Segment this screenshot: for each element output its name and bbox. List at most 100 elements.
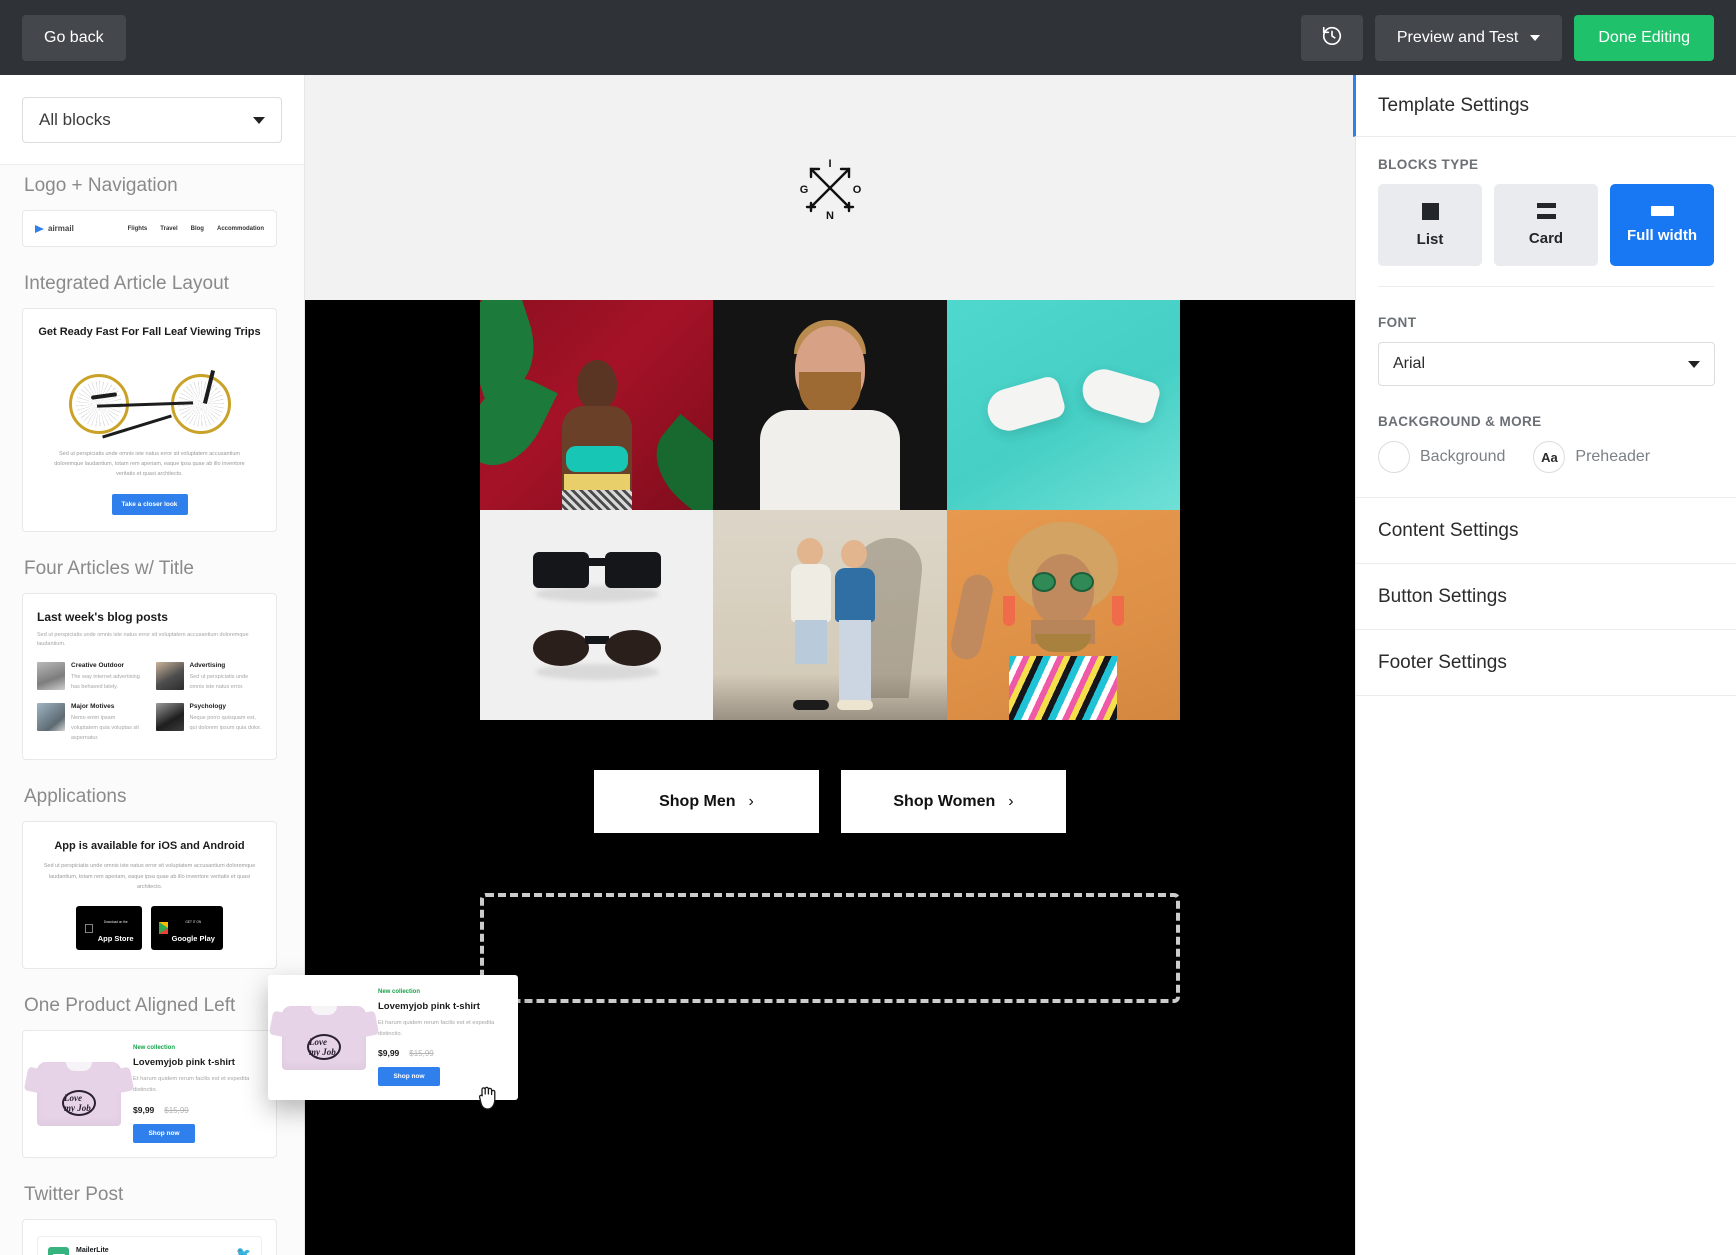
- blocks-list: Logo + Navigation airmail Flights Travel…: [0, 75, 304, 1255]
- article-text: Neque porro quisquam est, qui dolorem ip…: [190, 713, 263, 733]
- list-item: Advertising Sed ut perspiciatis unde omn…: [156, 662, 263, 692]
- paper-plane-icon: [35, 225, 44, 233]
- background-label: Background: [1420, 448, 1505, 466]
- block-card-logo-navigation[interactable]: airmail Flights Travel Blog Accommodatio…: [22, 210, 277, 247]
- block-card-applications[interactable]: App is available for iOS and Android Sed…: [22, 821, 277, 969]
- grid-image-couple-wall[interactable]: [713, 510, 946, 720]
- blocks-type-full-width-label: Full width: [1627, 227, 1697, 244]
- go-back-button[interactable]: Go back: [22, 15, 126, 61]
- preview-and-test-button[interactable]: Preview and Test: [1375, 15, 1563, 61]
- svg-text:G: G: [800, 184, 809, 196]
- applications-heading: App is available for iOS and Android: [37, 840, 262, 852]
- badge-text: App Store: [98, 934, 134, 943]
- button-settings-row[interactable]: Button Settings: [1356, 564, 1736, 630]
- article-title: Advertising: [190, 662, 263, 669]
- preheader-aa-icon[interactable]: Aa: [1533, 441, 1565, 473]
- block-group-title-twitter-post: Twitter Post: [24, 1184, 282, 1206]
- chevron-down-icon: [1688, 361, 1700, 368]
- panel-title: Template Settings: [1353, 75, 1736, 137]
- blocks-filter-value: All blocks: [39, 110, 111, 130]
- apple-icon: : [84, 922, 94, 935]
- grid-image-woman-red[interactable]: [480, 300, 713, 510]
- email-header-block[interactable]: I G O N: [305, 75, 1355, 300]
- product-name: Lovemyjob pink t-shirt: [133, 1057, 264, 1068]
- lines-icon: [1537, 203, 1556, 219]
- igon-compass-logo: I G O N: [797, 155, 863, 221]
- font-select[interactable]: Arial: [1378, 342, 1715, 386]
- list-item: Psychology Neque porro quisquam est, qui…: [156, 703, 263, 744]
- email-builder-app: Go back Preview and Test Done Editing: [0, 0, 1736, 1255]
- blocks-sidebar[interactable]: Logo + Navigation airmail Flights Travel…: [0, 75, 305, 1255]
- blocks-type-list-label: List: [1417, 231, 1444, 248]
- dragged-block-ghost[interactable]: Love my Job New collection Lovemyjob pin…: [268, 975, 518, 1100]
- grid-image-white-sneakers[interactable]: [947, 300, 1180, 510]
- article-heading: Get Ready Fast For Fall Leaf Viewing Tri…: [37, 325, 262, 340]
- tshirt-logo-text: Love my Job: [307, 1034, 341, 1060]
- product-price: $9,99: [133, 1105, 154, 1115]
- article-text: Nemo enim ipsam voluptatem quia voluptas…: [71, 713, 144, 744]
- done-editing-button[interactable]: Done Editing: [1574, 15, 1714, 61]
- blocks-type-list-button[interactable]: List: [1378, 184, 1482, 266]
- tshirt-image: Love my Job: [35, 1056, 123, 1132]
- google-play-icon: [159, 922, 168, 934]
- square-icon: [1422, 203, 1439, 220]
- footer-settings-row[interactable]: Footer Settings: [1356, 630, 1736, 696]
- product-old-price: $15,99: [409, 1049, 433, 1058]
- toolbar-actions: Preview and Test Done Editing: [1301, 15, 1714, 61]
- article-paragraph: Sed ut perspiciatis unde omnis iste natu…: [45, 450, 254, 480]
- history-icon: [1321, 25, 1343, 50]
- bar-icon: [1651, 206, 1674, 216]
- shop-men-label: Shop Men: [659, 793, 735, 811]
- block-group-title-integrated-article: Integrated Article Layout: [24, 273, 282, 295]
- content-settings-row[interactable]: Content Settings: [1356, 498, 1736, 564]
- shop-men-button[interactable]: Shop Men ›: [594, 770, 819, 833]
- background-color-swatch[interactable]: [1378, 441, 1410, 473]
- block-drop-target[interactable]: [480, 893, 1180, 1003]
- block-card-integrated-article[interactable]: Get Ready Fast For Fall Leaf Viewing Tri…: [22, 308, 277, 532]
- bicycle-illustration: [65, 354, 235, 440]
- airmail-logo: airmail: [35, 224, 74, 233]
- mini-nav-link: Accommodation: [217, 226, 264, 232]
- blocks-type-card-label: Card: [1529, 230, 1563, 247]
- block-card-one-product[interactable]: Love my Job New collection Lovemyjob pin…: [22, 1030, 277, 1157]
- mini-nav-link: Travel: [160, 226, 177, 232]
- svg-text:I: I: [828, 158, 831, 170]
- applications-paragraph: Sed ut perspiciatis unde omnis iste natu…: [43, 861, 256, 892]
- template-settings-panel: Template Settings BLOCKS TYPE List Card …: [1355, 75, 1736, 1255]
- font-value: Arial: [1393, 355, 1425, 373]
- image-grid-block[interactable]: [480, 300, 1180, 720]
- app-store-badge:  Download on the App Store: [76, 906, 142, 950]
- product-tag: New collection: [378, 989, 506, 995]
- history-button[interactable]: [1301, 15, 1363, 61]
- blocks-type-full-width-button[interactable]: Full width: [1610, 184, 1714, 266]
- mini-nav-link: Blog: [191, 226, 204, 232]
- block-card-four-articles[interactable]: Last week's blog posts Sed ut perspiciat…: [22, 593, 277, 761]
- airmail-logo-text: airmail: [48, 224, 74, 233]
- block-card-twitter-post[interactable]: MailerLite @MailerLite 🐦 Does every #tea…: [22, 1219, 277, 1255]
- avatar: [48, 1247, 69, 1255]
- grabbing-hand-cursor: [478, 1085, 500, 1111]
- article-thumbnail: [156, 662, 184, 690]
- chevron-down-icon: [1530, 35, 1540, 41]
- product-old-price: $15,99: [164, 1106, 188, 1115]
- product-tag: New collection: [133, 1045, 264, 1051]
- article-title: Major Motives: [71, 703, 144, 710]
- block-group-title-logo-navigation: Logo + Navigation: [24, 175, 282, 197]
- blocks-filter-select[interactable]: All blocks: [22, 97, 282, 143]
- shop-women-label: Shop Women: [893, 793, 995, 811]
- article-text: Sed ut perspiciatis unde omnis iste natu…: [190, 672, 263, 692]
- chevron-right-icon: ›: [1008, 793, 1013, 811]
- shop-women-button[interactable]: Shop Women ›: [841, 770, 1066, 833]
- grid-image-sunglasses[interactable]: [480, 510, 713, 720]
- blocks-type-card-button[interactable]: Card: [1494, 184, 1598, 266]
- product-shop-now-button: Shop now: [133, 1124, 195, 1143]
- grid-image-bearded-man[interactable]: [713, 300, 946, 510]
- background-more-label: BACKGROUND & MORE: [1378, 414, 1714, 429]
- store-badges:  Download on the App Store GET IT ON Go…: [37, 906, 262, 950]
- badge-subtext: Download on the: [104, 920, 128, 924]
- grid-image-woman-orange[interactable]: [947, 510, 1180, 720]
- background-more-section: BACKGROUND & MORE Background Aa Preheade…: [1356, 394, 1736, 481]
- svg-text:O: O: [853, 184, 862, 196]
- email-body-block: Shop Men › Shop Women ›: [305, 300, 1355, 1255]
- cta-buttons-block[interactable]: Shop Men › Shop Women ›: [305, 720, 1355, 833]
